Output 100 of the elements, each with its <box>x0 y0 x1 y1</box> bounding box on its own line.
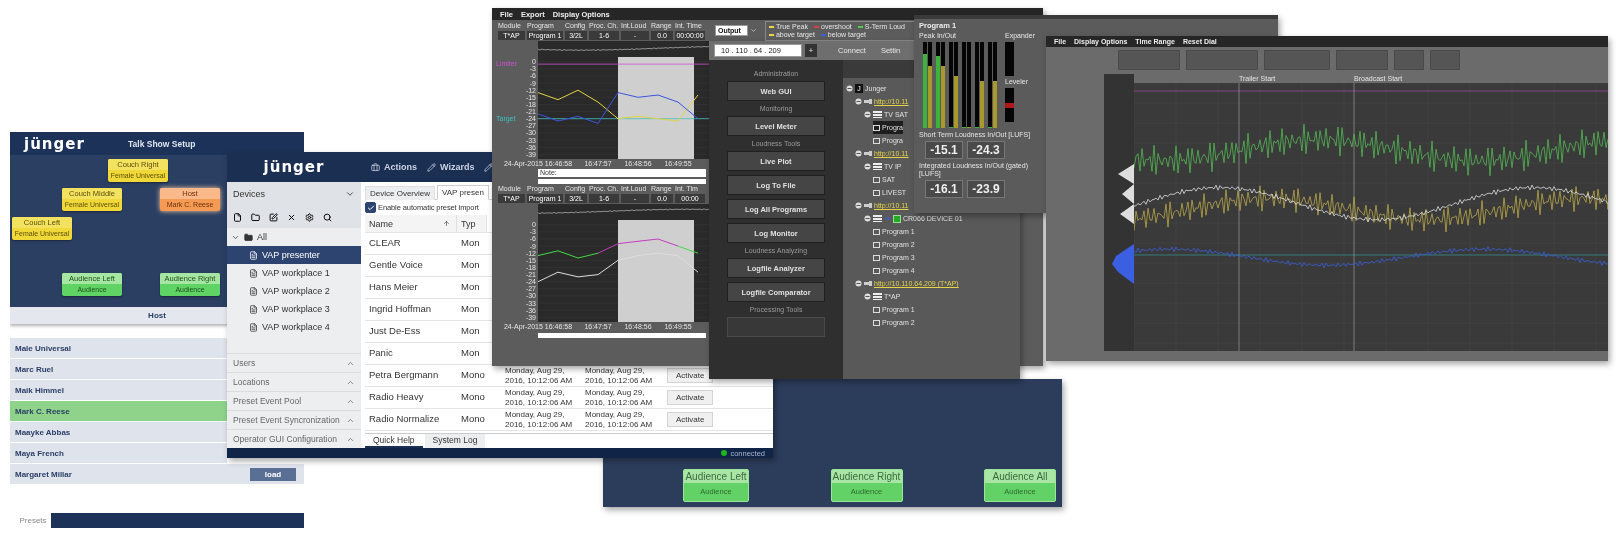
logo: jünger <box>263 158 325 176</box>
preset-row[interactable]: Mark C. Reese <box>10 401 227 421</box>
info-panel <box>1394 50 1424 70</box>
file-icon <box>249 250 258 260</box>
sidebar-header[interactable]: Devices <box>227 182 361 206</box>
info-panel <box>1336 50 1388 70</box>
tree-item[interactable]: VAP presenter <box>227 246 361 264</box>
collapse-icon[interactable] <box>855 280 862 287</box>
loudness-value: -23.9 <box>967 180 1005 198</box>
tab[interactable]: VAP presen <box>437 185 489 200</box>
tab[interactable]: System Log <box>424 434 486 448</box>
table-cell-text: Mono <box>460 414 486 425</box>
table-cell-text: Monday, Aug 29, 2016, 10:12:06 AM <box>584 366 654 385</box>
loudness-value: -15.1 <box>925 141 963 159</box>
file-icon <box>249 304 258 314</box>
tree-item[interactable]: All <box>227 228 361 246</box>
window-title: Talk Show Setup <box>128 138 196 149</box>
collapse-icon[interactable] <box>846 85 853 92</box>
table-cell-text: Monday, Aug 29, 2016, 10:12:06 AM <box>504 366 574 385</box>
collapse-icon[interactable] <box>864 163 871 170</box>
collapse-icon[interactable] <box>864 111 871 118</box>
tree-item[interactable]: VAP workplace 2 <box>227 282 361 300</box>
column-header[interactable]: Typ <box>457 215 487 232</box>
preset-row[interactable]: Maik Himmel <box>10 380 227 400</box>
activate-button[interactable]: Activate <box>667 412 714 427</box>
column-header[interactable]: Name <box>365 215 457 232</box>
collapse-icon[interactable] <box>855 202 862 209</box>
tab[interactable]: Quick Help <box>365 434 423 448</box>
nav-item[interactable]: Wizards <box>427 162 475 172</box>
file-icon <box>249 268 258 278</box>
preset-row[interactable]: Male Universal <box>10 338 227 358</box>
file-icon <box>249 322 258 332</box>
preset-row[interactable]: Marc Ruel <box>10 359 227 379</box>
info-panel <box>1430 50 1460 70</box>
table-cell-text: Monday, Aug 29, 2016, 10:12:06 AM <box>584 388 654 407</box>
tab[interactable]: Device Overview <box>365 186 435 200</box>
table-cell-text: CLEAR <box>368 238 402 249</box>
seat-name: Audience Right <box>831 470 902 483</box>
arrow-right-icon <box>884 215 891 222</box>
table-cell-text: Mon <box>460 348 481 359</box>
table-cell-text: Radio Heavy <box>368 392 425 403</box>
nav-item[interactable]: Actions <box>371 162 417 172</box>
folder-icon <box>244 232 253 242</box>
preset-name: Mark C. Reese <box>15 406 70 416</box>
collapse-icon[interactable] <box>864 215 871 222</box>
edit-icon[interactable] <box>269 212 278 222</box>
chevron-down-icon <box>345 189 355 199</box>
preset-name: Male Universal <box>15 343 72 353</box>
activate-button[interactable]: Activate <box>667 368 714 383</box>
preset-row[interactable]: Maya French <box>10 443 227 463</box>
collapse-icon[interactable] <box>855 150 862 157</box>
scroll-bar[interactable] <box>538 333 706 338</box>
load-button[interactable]: load <box>250 467 296 481</box>
loudness-value: -16.1 <box>925 180 963 198</box>
info-panel <box>1264 50 1330 70</box>
scroll-bar[interactable] <box>538 179 706 184</box>
settings-icon[interactable] <box>305 212 314 222</box>
pencil-icon[interactable] <box>484 162 494 172</box>
table-cell-text: Just De-Ess <box>368 326 422 337</box>
table-cell-text: Mon <box>460 260 481 271</box>
seat-name: Audience Left <box>684 470 748 483</box>
expander-meter <box>1005 42 1014 76</box>
table-cell-text: Monday, Aug 29, 2016, 10:12:06 AM <box>504 388 574 407</box>
sort-arrow-icon <box>443 220 450 227</box>
collapse-icon[interactable] <box>864 293 871 300</box>
file-icon <box>249 286 258 296</box>
checkbox[interactable] <box>365 202 376 213</box>
collapse-icon[interactable] <box>855 98 862 105</box>
search-icon[interactable] <box>323 212 332 222</box>
preset-name: Marc Ruel <box>15 364 54 374</box>
device-icon <box>873 163 882 170</box>
plug-icon <box>864 98 872 105</box>
new-file-icon[interactable] <box>233 212 242 222</box>
table-cell-text: Radio Normalize <box>368 414 441 425</box>
preset-name: Maayke Abbas <box>15 427 71 437</box>
activate-button[interactable]: Activate <box>667 390 714 405</box>
table-cell-text: Gentle Voice <box>368 260 424 271</box>
folder-icon[interactable] <box>251 212 260 222</box>
device-icon <box>873 111 882 118</box>
tree-item[interactable]: VAP workplace 1 <box>227 264 361 282</box>
table-cell-text: Mon <box>460 304 481 315</box>
table-cell-text: Panic <box>368 348 394 359</box>
briefcase-icon <box>371 162 380 172</box>
table-cell-text: Monday, Aug 29, 2016, 10:12:06 AM <box>504 410 574 429</box>
plug-icon <box>864 150 872 157</box>
table-cell-text: Ingrid Hoffman <box>368 304 433 315</box>
table-cell-text: Hans Meier <box>368 282 419 293</box>
table-cell-text: Monday, Aug 29, 2016, 10:12:06 AM <box>584 410 654 429</box>
pencil-icon <box>427 162 436 172</box>
plug-icon <box>864 202 872 209</box>
table-cell-text: Petra Bergmann <box>368 370 440 381</box>
preset-row[interactable]: Maayke Abbas <box>10 422 227 442</box>
status-dot <box>721 450 728 456</box>
close-icon[interactable] <box>287 212 296 222</box>
device-icon <box>873 293 882 300</box>
leveler-meter <box>1005 88 1014 122</box>
table-cell-text: Mon <box>460 282 481 293</box>
preset-name: Maya French <box>15 448 64 458</box>
preset-row[interactable]: Margaret Millar load <box>10 464 304 484</box>
caret-icon <box>749 27 757 34</box>
